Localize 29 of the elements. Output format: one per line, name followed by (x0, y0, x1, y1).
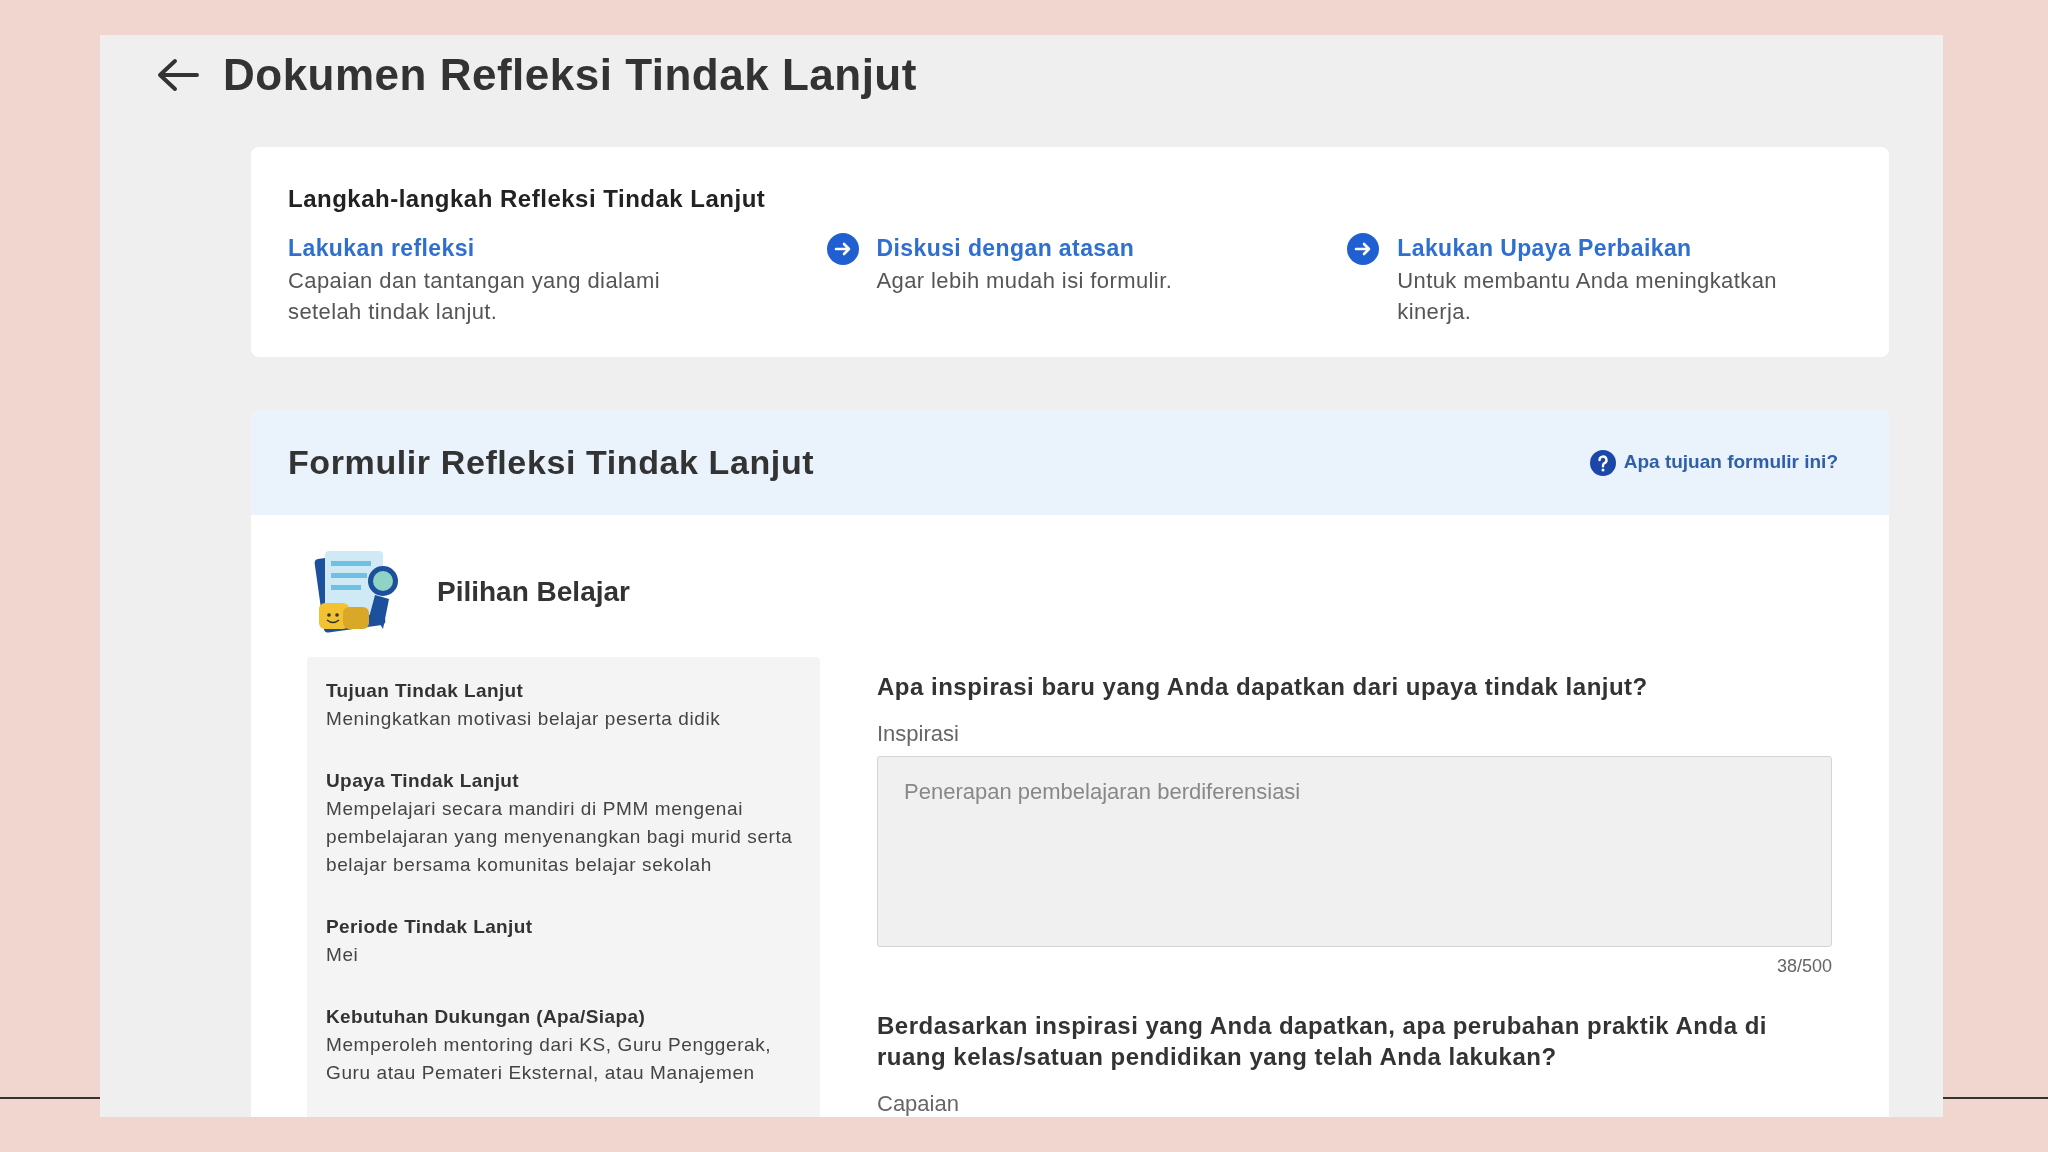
section-title: Pilihan Belajar (437, 575, 630, 609)
inspiration-field[interactable]: Penerapan pembelajaran berdiferensiasi (877, 756, 1832, 947)
summary-value: Mempelajari secara mandiri di PMM mengenai pembelajaran yang menyenangkan bagi murid serta belajar bersama komunitas belajar sekolah (326, 797, 794, 877)
step-link[interactable]: Lakukan Upaya Perbaikan (1397, 231, 1692, 265)
character-counter: 38/500 (1776, 955, 1832, 978)
summary-label: Kebutuhan Dukungan (Apa/Siapa) (326, 1005, 647, 1029)
summary-value: Mei (326, 943, 360, 967)
field-label: Capaian (877, 1090, 960, 1117)
steps-title: Langkah-langkah Refleksi Tindak Lanjut (288, 184, 767, 214)
step-description: Agar lebih mudah isi formulir. (876, 267, 1174, 295)
step-link[interactable]: Lakukan refleksi (288, 231, 475, 265)
summary-label: Periode Tindak Lanjut (326, 915, 534, 939)
step-description: Capaian dan tantangan yang dialami setelah tindak lanjut. (288, 267, 661, 326)
arrow-right-icon (826, 233, 859, 265)
page-title: Dokumen Refleksi Tindak Lanjut (223, 49, 917, 101)
summary-value: Memperoleh mentoring dari KS, Guru Penggerak, Guru atau Pemateri Eksternal, atau Manajemen (326, 1033, 773, 1085)
question-text: Apa inspirasi baru yang Anda dapatkan dari upaya tindak lanjut? (877, 672, 1649, 702)
question-text: Berdasarkan inspirasi yang Anda dapatkan, apa perubahan praktik Anda di ruang kelas/satuan pendidikan yang telah Anda lakukan? (877, 1011, 1768, 1072)
summary-label: Upaya Tindak Lanjut (326, 769, 521, 793)
summary-label: Tujuan Tindak Lanjut (326, 679, 525, 703)
back-arrow-icon[interactable] (155, 57, 199, 93)
step-link[interactable]: Diskusi dengan atasan (876, 231, 1135, 265)
step-description: Untuk membantu Anda meningkatkan kinerja. (1397, 267, 1778, 326)
field-label: Inspirasi (877, 720, 960, 748)
help-icon (1589, 449, 1616, 476)
help-link[interactable]: Apa tujuan formulir ini? (1589, 448, 1838, 477)
form-title: Formulir Refleksi Tindak Lanjut (288, 442, 815, 483)
summary-value: Meningkatkan motivasi belajar peserta didik (326, 707, 722, 731)
arrow-right-icon (1347, 233, 1380, 265)
